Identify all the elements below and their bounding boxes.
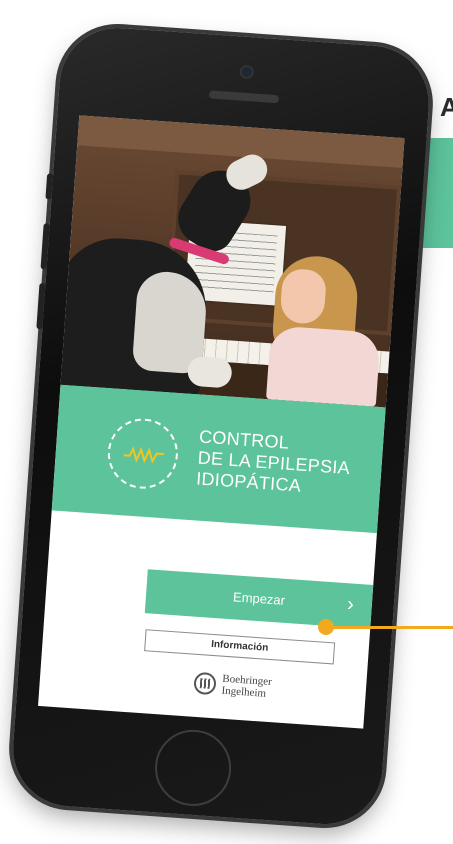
scene: A CONTROL DE LA EPILEPSIA IDIOPÁTICA Emp…	[0, 0, 453, 844]
callout-dot	[318, 619, 334, 635]
chevron-right-icon: ›	[346, 593, 355, 616]
app-title: CONTROL DE LA EPILEPSIA IDIOPÁTICA	[196, 427, 353, 500]
phone-device: CONTROL DE LA EPILEPSIA IDIOPÁTICA Empez…	[9, 24, 433, 828]
callout-line	[328, 626, 453, 629]
company-name: Boehringer Ingelheim	[221, 673, 272, 700]
boehringer-logo-icon	[193, 671, 217, 696]
start-button[interactable]: Empezar ›	[144, 569, 374, 629]
brain-wave-clock-icon	[105, 416, 181, 491]
background-heading-fragment: A	[440, 92, 453, 122]
girl-body	[265, 325, 381, 407]
brand-banner: CONTROL DE LA EPILEPSIA IDIOPÁTICA	[51, 384, 386, 534]
dog-paw	[186, 355, 233, 389]
wave-icon	[123, 446, 164, 464]
company-logo: Boehringer Ingelheim	[193, 669, 305, 705]
info-button[interactable]: Información	[144, 629, 336, 665]
app-screen: CONTROL DE LA EPILEPSIA IDIOPÁTICA Empez…	[38, 115, 405, 729]
hero-image	[60, 115, 405, 408]
start-button-label: Empezar	[232, 589, 286, 608]
company-name-line-2: Ingelheim	[221, 684, 267, 700]
